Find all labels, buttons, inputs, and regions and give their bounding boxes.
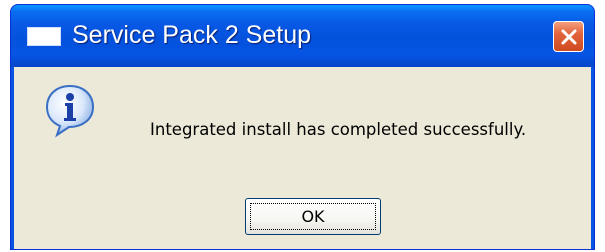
window-title: Service Pack 2 Setup [72, 21, 312, 49]
information-icon [45, 84, 95, 138]
window-icon [27, 27, 61, 46]
dialog-body: Integrated install has completed success… [14, 67, 591, 249]
ok-button[interactable]: OK [245, 198, 381, 235]
message-text: Integrated install has completed success… [150, 120, 527, 139]
ok-button-label: OK [301, 207, 325, 226]
dialog-window: Service Pack 2 Setup Integrated install … [10, 4, 595, 250]
close-button[interactable] [553, 21, 584, 52]
close-icon [561, 29, 577, 45]
title-bar[interactable]: Service Pack 2 Setup [11, 5, 594, 67]
